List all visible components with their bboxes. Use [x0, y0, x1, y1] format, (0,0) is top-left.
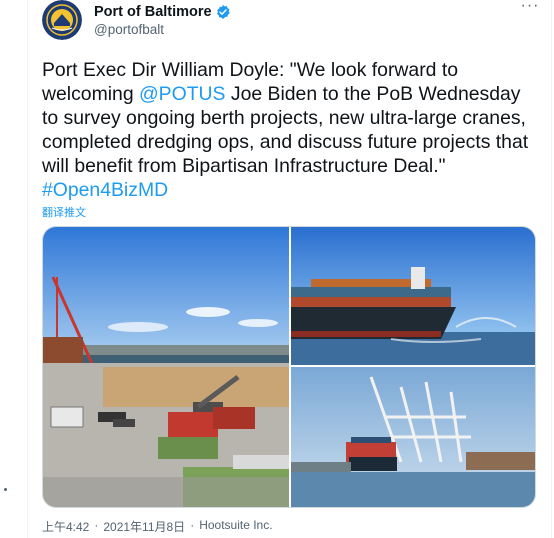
- tweet-header: Port of Baltimore @portofbalt ···: [42, 0, 542, 48]
- handle[interactable]: @portofbalt: [94, 22, 164, 37]
- mention-link[interactable]: @POTUS: [139, 83, 225, 105]
- tweet-text: Port Exec Dir William Doyle: "We look fo…: [42, 58, 538, 202]
- container-ship-photo[interactable]: [291, 227, 535, 365]
- cranes-image: [291, 367, 535, 507]
- tweet-metadata: 上午4:42 · 2021年11月8日 · Hootsuite Inc.: [42, 518, 273, 535]
- media-grid: [42, 226, 536, 508]
- tweet-date[interactable]: 2021年11月8日: [103, 518, 185, 535]
- port-terminal-photo[interactable]: [43, 227, 289, 507]
- port-seal-icon: [42, 0, 82, 40]
- meta-separator: ·: [94, 518, 99, 532]
- more-options-button[interactable]: ···: [518, 0, 542, 20]
- port-terminal-image: [43, 227, 289, 507]
- avatar[interactable]: [42, 0, 82, 40]
- timeline-left-border: [27, 0, 28, 538]
- tweet-source[interactable]: Hootsuite Inc.: [199, 518, 272, 535]
- meta-separator: ·: [190, 518, 195, 532]
- cranes-photo[interactable]: [291, 367, 535, 507]
- verified-badge-icon: [216, 5, 230, 19]
- translate-tweet-link[interactable]: 翻译推文: [42, 204, 86, 220]
- tweet-time[interactable]: 上午4:42: [42, 518, 89, 535]
- container-ship-image: [291, 227, 535, 365]
- sidebar-dot: [4, 488, 7, 491]
- hashtag-link[interactable]: #Open4BizMD: [42, 179, 168, 201]
- display-name[interactable]: Port of Baltimore: [94, 4, 212, 20]
- timeline-right-border: [551, 0, 552, 538]
- name-row: Port of Baltimore: [94, 4, 231, 20]
